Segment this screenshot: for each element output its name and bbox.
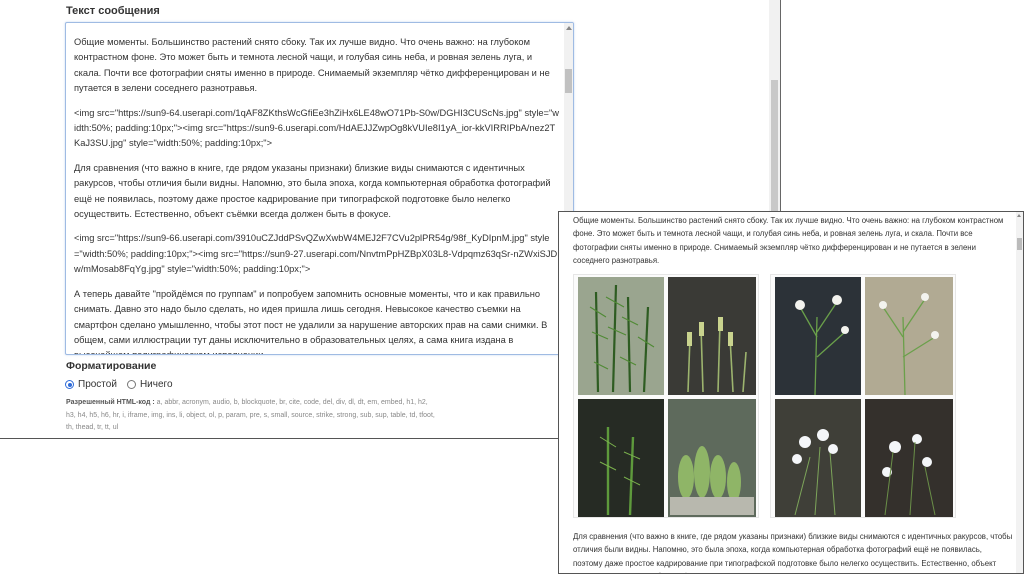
textarea-paragraph: Общие моменты. Большинство растений снят… [74, 37, 550, 94]
format-option-label: Простой [78, 379, 117, 390]
format-option-none[interactable]: Ничего [126, 379, 173, 390]
preview-paragraph: Общие моменты. Большинство растений снят… [573, 216, 1004, 265]
scroll-up-icon[interactable] [1017, 214, 1021, 217]
radio-unselected-icon[interactable] [126, 380, 136, 389]
format-option-simple[interactable]: Простой [65, 379, 117, 390]
allowed-html-label: Разрешенный HTML-код : [66, 399, 155, 406]
preview-paragraph: Для сравнения (что важно в книге, где ря… [573, 532, 1013, 573]
allowed-html-note: Разрешенный HTML-код : a, abbr, acronym,… [66, 397, 436, 435]
format-title: Форматирование [66, 360, 157, 372]
format-radio-group: Простой Ничего [65, 379, 183, 390]
field-title: Текст сообщения [66, 5, 160, 17]
textarea-content[interactable]: Общие моменты. Большинство растений снят… [74, 35, 560, 354]
message-textarea[interactable]: Общие моменты. Большинство растений снят… [65, 22, 574, 355]
textarea-paragraph: А теперь давайте "пройдёмся по группам" … [74, 288, 548, 354]
textarea-img-code: <img src="https://sun9-64.userapi.com/1q… [74, 107, 560, 149]
plant-photo-right [770, 274, 956, 518]
textarea-paragraph: Для сравнения (что важно в книге, где ря… [74, 162, 551, 220]
textarea-scroll-thumb[interactable] [565, 69, 572, 93]
textarea-img-code: <img src="https://sun9-66.userapi.com/39… [74, 233, 558, 275]
page-scroll-thumb[interactable] [771, 80, 778, 230]
preview-window: Общие моменты. Большинство растений снят… [558, 211, 1024, 574]
format-option-label: Ничего [139, 379, 173, 390]
plant-photo-left [573, 274, 759, 518]
radio-selected-icon[interactable] [65, 380, 74, 389]
preview-scroll-thumb[interactable] [1017, 238, 1022, 250]
scroll-up-icon[interactable] [566, 26, 572, 30]
preview-scrollbar[interactable] [1016, 212, 1023, 573]
